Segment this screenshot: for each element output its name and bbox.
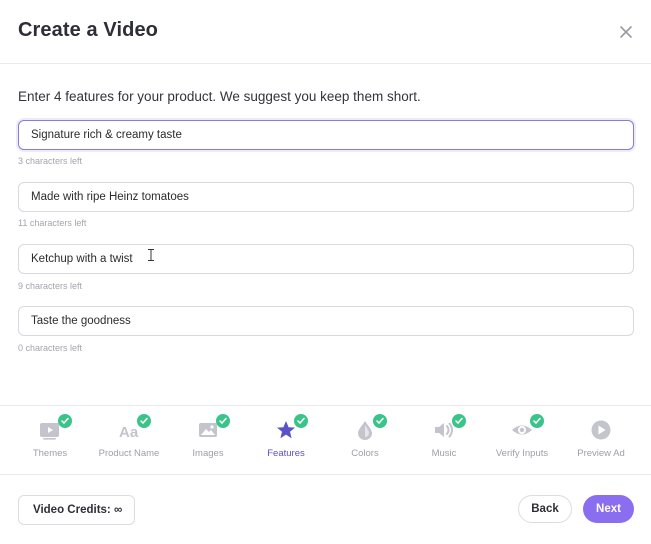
feature-1-counter: 3 characters left [18, 156, 83, 166]
back-button[interactable]: Back [518, 495, 572, 523]
check-icon [137, 414, 151, 428]
video-credits-badge: Video Credits: ∞ [18, 495, 135, 525]
step-label: Preview Ad [577, 448, 625, 459]
feature-input-1-field [18, 120, 634, 150]
step-label: Music [431, 448, 457, 459]
check-icon [530, 414, 544, 428]
step-label: Product Name [98, 448, 160, 459]
feature-input-1[interactable] [19, 121, 633, 149]
check-icon [294, 414, 308, 428]
step-themes[interactable]: Themes [10, 406, 90, 476]
close-button[interactable] [616, 22, 636, 42]
svg-text:Aa: Aa [119, 424, 139, 441]
play-icon [591, 420, 611, 440]
modal-title: Create a Video [18, 19, 158, 41]
modal-header: Create a Video [0, 0, 651, 64]
instructions-text: Enter 4 features for your product. We su… [18, 89, 421, 104]
feature-input-3-field [18, 244, 634, 274]
feature-input-4-field [18, 306, 634, 336]
text-cursor-icon [148, 249, 154, 261]
wizard-steps: Themes Aa Product Name Images Features C… [0, 405, 651, 475]
close-icon [620, 26, 632, 38]
next-button[interactable]: Next [583, 495, 634, 523]
step-label: Features [267, 448, 305, 459]
feature-3-counter: 9 characters left [18, 281, 83, 291]
check-icon [373, 414, 387, 428]
step-preview-ad[interactable]: Preview Ad [561, 406, 641, 476]
feature-input-3[interactable] [19, 245, 633, 273]
check-icon [58, 414, 72, 428]
step-product-name[interactable]: Aa Product Name [89, 406, 169, 476]
feature-input-2-field [18, 182, 634, 212]
step-images[interactable]: Images [168, 406, 248, 476]
step-label: Images [192, 448, 224, 459]
step-features[interactable]: Features [246, 406, 326, 476]
step-label: Verify Inputs [495, 448, 549, 459]
feature-4-counter: 0 characters left [18, 343, 83, 353]
feature-input-2[interactable] [19, 183, 633, 211]
feature-input-4[interactable] [19, 307, 633, 335]
step-verify-inputs[interactable]: Verify Inputs [482, 406, 562, 476]
step-colors[interactable]: Colors [325, 406, 405, 476]
step-label: Themes [32, 448, 68, 459]
check-icon [216, 414, 230, 428]
step-music[interactable]: Music [404, 406, 484, 476]
feature-2-counter: 11 characters left [18, 218, 87, 228]
create-video-modal: Create a Video Enter 4 features for your… [0, 0, 651, 544]
check-icon [452, 414, 466, 428]
step-label: Colors [351, 448, 379, 459]
